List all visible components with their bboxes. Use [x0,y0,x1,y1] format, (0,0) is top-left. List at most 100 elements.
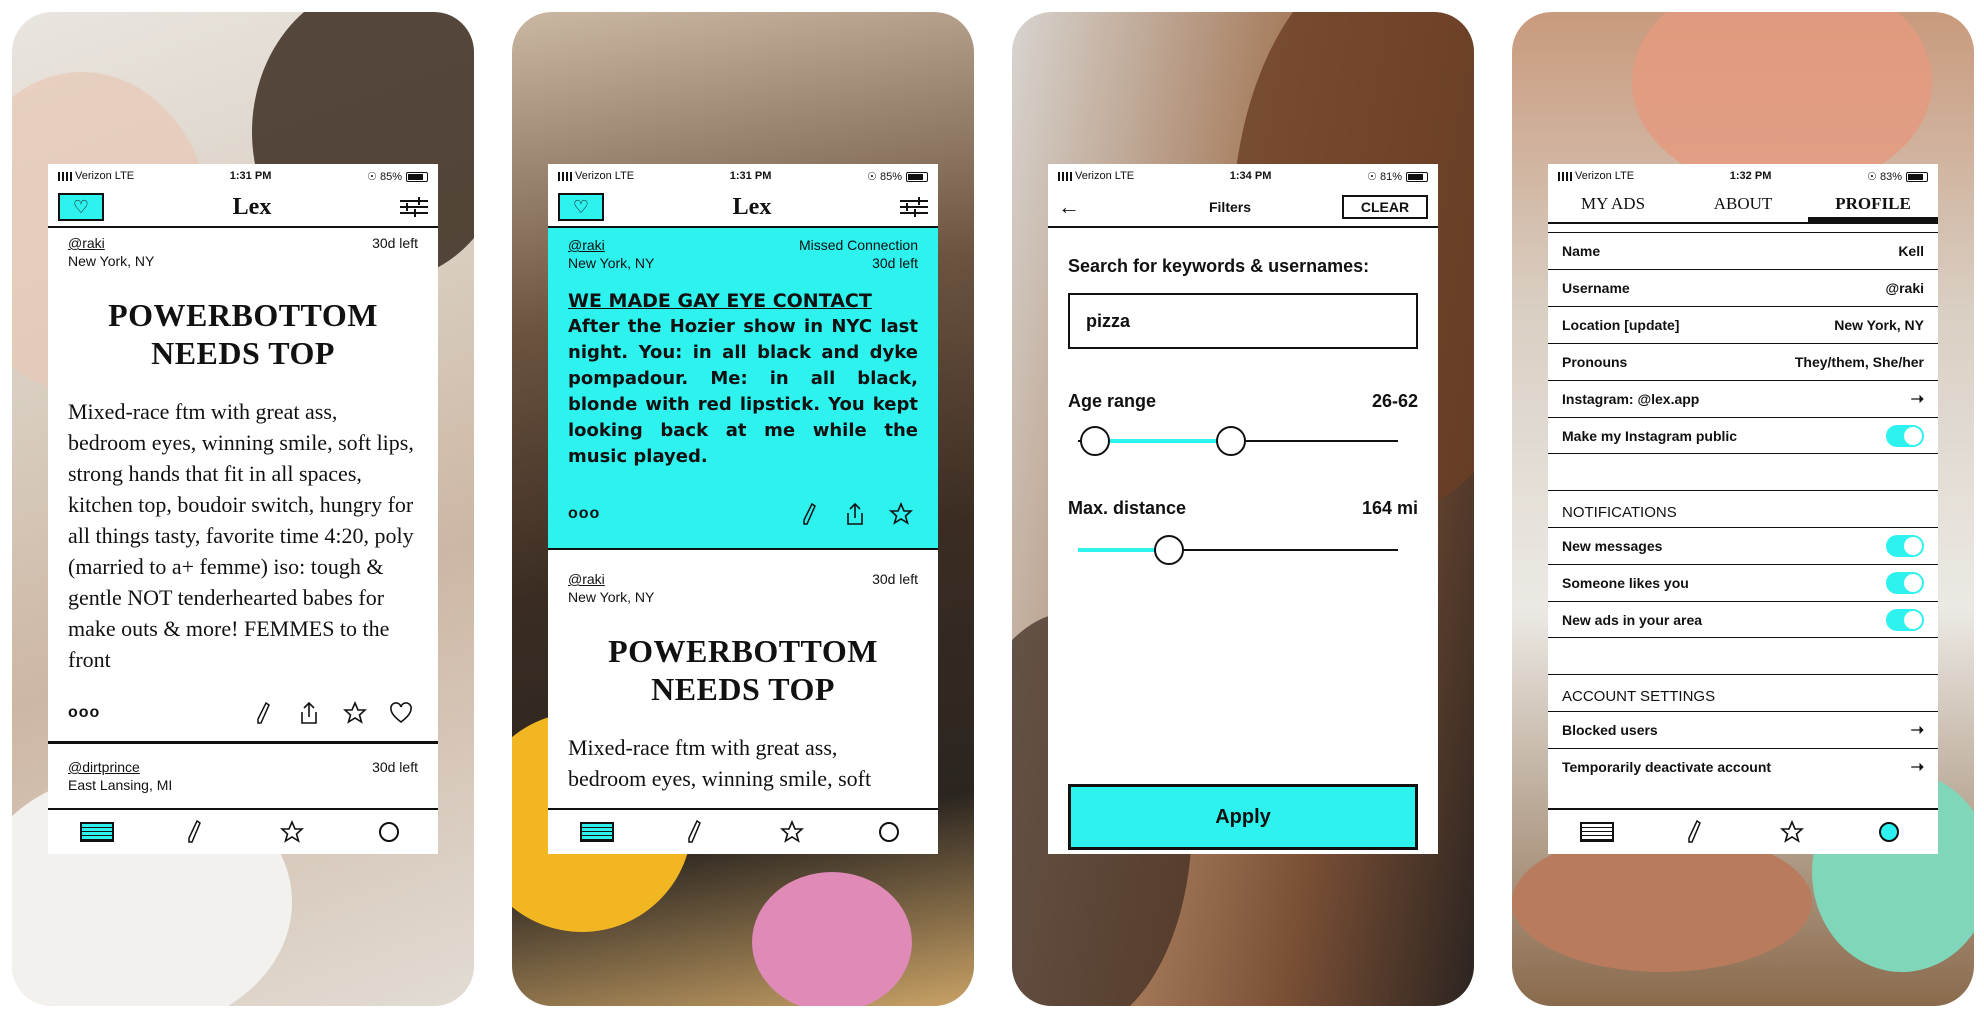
tab-saved[interactable] [768,815,816,849]
favorites-button[interactable]: ♡ [558,193,604,221]
profile-row-username[interactable]: Username @raki [1548,269,1938,306]
instagram-public-toggle[interactable] [1886,424,1924,447]
profile-row-name[interactable]: Name Kell [1548,232,1938,269]
filter-icon[interactable] [399,197,428,217]
post-title: WE MADE GAY EYE CONTACT [568,290,872,312]
profile-row-pronouns[interactable]: Pronouns They/them, She/her [1548,343,1938,380]
profile-circle-icon [879,822,900,842]
app-logo: Lex [232,193,272,220]
search-input[interactable]: pizza [1068,293,1418,349]
carrier: Verizon [75,170,112,182]
tab-post[interactable] [170,815,218,849]
next-post-meta: @raki New York, NY 30d left [548,550,938,606]
tab-feed[interactable] [573,815,621,849]
tab-profile[interactable]: PROFILE [1808,188,1938,222]
clock: 1:31 PM [729,170,772,182]
clear-button[interactable]: CLEAR [1341,195,1428,219]
notif-row-likes: Someone likes you [1548,564,1938,601]
account-row-blocked-users[interactable]: Blocked users ➝ [1548,711,1938,748]
battery-icon [1405,171,1428,182]
likes-toggle[interactable] [1886,572,1924,594]
more-options-icon[interactable]: ooo [568,505,780,523]
post-username[interactable]: @raki [68,235,105,251]
battery-icon [1905,171,1928,182]
age-range-slider[interactable] [1068,424,1418,458]
like-heart-icon[interactable] [384,698,418,728]
tab-saved[interactable] [1768,815,1816,849]
feed-icon [579,822,614,842]
distance-slider[interactable] [1068,533,1418,567]
signal-icon [558,171,572,181]
back-arrow-icon[interactable]: ← [1058,194,1118,220]
post-tag: Missed Connection [798,237,918,253]
reply-pencil-icon[interactable] [246,698,280,728]
favorites-button[interactable]: ♡ [58,193,104,221]
post-time-left: 30d left [372,235,418,251]
account-settings-heading: ACCOUNT SETTINGS [1548,674,1938,711]
clock: 1:32 PM [1729,170,1772,182]
screenshot-card-missed-connection: Verizon LTE 1:31 PM ☉ 85% ♡ Lex @raki New… [512,12,974,1006]
post-body: After the Hozier show in NYC last night.… [568,316,918,467]
clock: 1:31 PM [229,170,272,182]
tab-feed[interactable] [1573,815,1621,849]
app-header: ♡ Lex [48,188,438,228]
headphones-icon: ☉ [367,170,377,183]
signal-icon [58,171,72,181]
distance-value: 164 mi [1361,498,1418,518]
next-post-title: POWERBOTTOM NEEDS TOP [608,633,878,707]
battery-percent: 81% [1379,170,1402,183]
filters-title: Filters [1208,199,1251,215]
tab-about[interactable]: ABOUT [1678,188,1808,222]
star-icon[interactable] [338,698,372,728]
bottom-tab-bar [48,808,438,854]
screenshot-card-filters: Verizon LTE 1:34 PM ☉ 81% ← Filters CLEA… [1012,12,1474,1006]
age-max-knob[interactable] [1216,426,1246,456]
carrier: Verizon [575,170,612,182]
network: LTE [614,170,635,182]
tab-post[interactable] [1670,815,1718,849]
network: LTE [114,170,135,182]
next-post-username[interactable]: @raki [568,571,605,587]
status-bar: Verizon LTE 1:34 PM ☉ 81% [1048,164,1438,188]
star-icon[interactable] [884,499,918,529]
search-label: Search for keywords & usernames: [1068,256,1370,276]
tab-profile-active[interactable] [1865,815,1913,849]
post-title: POWERBOTTOM NEEDS TOP [108,297,378,371]
tab-profile[interactable] [365,815,413,849]
more-options-icon[interactable]: ooo [68,704,234,722]
share-icon[interactable] [292,698,326,728]
new-messages-toggle[interactable] [1886,535,1924,557]
account-row-deactivate[interactable]: Temporarily deactivate account ➝ [1548,748,1938,785]
post-username[interactable]: @raki [568,237,605,253]
share-icon[interactable] [838,499,872,529]
tab-my-ads[interactable]: MY ADS [1548,188,1678,222]
screenshot-card-feed: Verizon LTE 1:31 PM ☉ 85% ♡ Lex @raki New… [12,12,474,1006]
battery-percent: 85% [879,170,902,183]
reply-pencil-icon[interactable] [792,499,826,529]
screenshot-card-profile: Verizon LTE 1:32 PM ☉ 83% MY ADS ABOUT P… [1512,12,1974,1006]
status-bar: Verizon LTE 1:31 PM ☉ 85% [48,164,438,188]
status-bar: Verizon LTE 1:31 PM ☉ 85% [548,164,938,188]
pencil-icon [188,820,202,843]
star-icon [1779,820,1804,843]
feed-icon [79,822,114,842]
tab-feed[interactable] [73,815,121,849]
post-actions: ooo [48,693,438,733]
tab-profile[interactable] [865,815,913,849]
arrow-right-icon: ➝ [1910,722,1924,739]
tab-saved[interactable] [268,815,316,849]
next-post-username[interactable]: @dirtprince [68,759,140,775]
distance-knob[interactable] [1154,535,1184,565]
next-post-location: New York, NY [568,589,655,605]
age-min-knob[interactable] [1080,426,1110,456]
instagram-row[interactable]: Instagram: @lex.app ➝ [1548,380,1938,417]
apply-button[interactable]: Apply [1068,784,1418,850]
profile-row-location[interactable]: Location [update] New York, NY [1548,306,1938,343]
new-ads-toggle[interactable] [1886,608,1924,631]
filter-icon[interactable] [899,197,928,217]
bottom-tab-bar [548,808,938,854]
headphones-icon: ☉ [1367,170,1377,183]
tab-post[interactable] [670,815,718,849]
pencil-icon [688,820,702,843]
signal-icon [1558,171,1572,181]
